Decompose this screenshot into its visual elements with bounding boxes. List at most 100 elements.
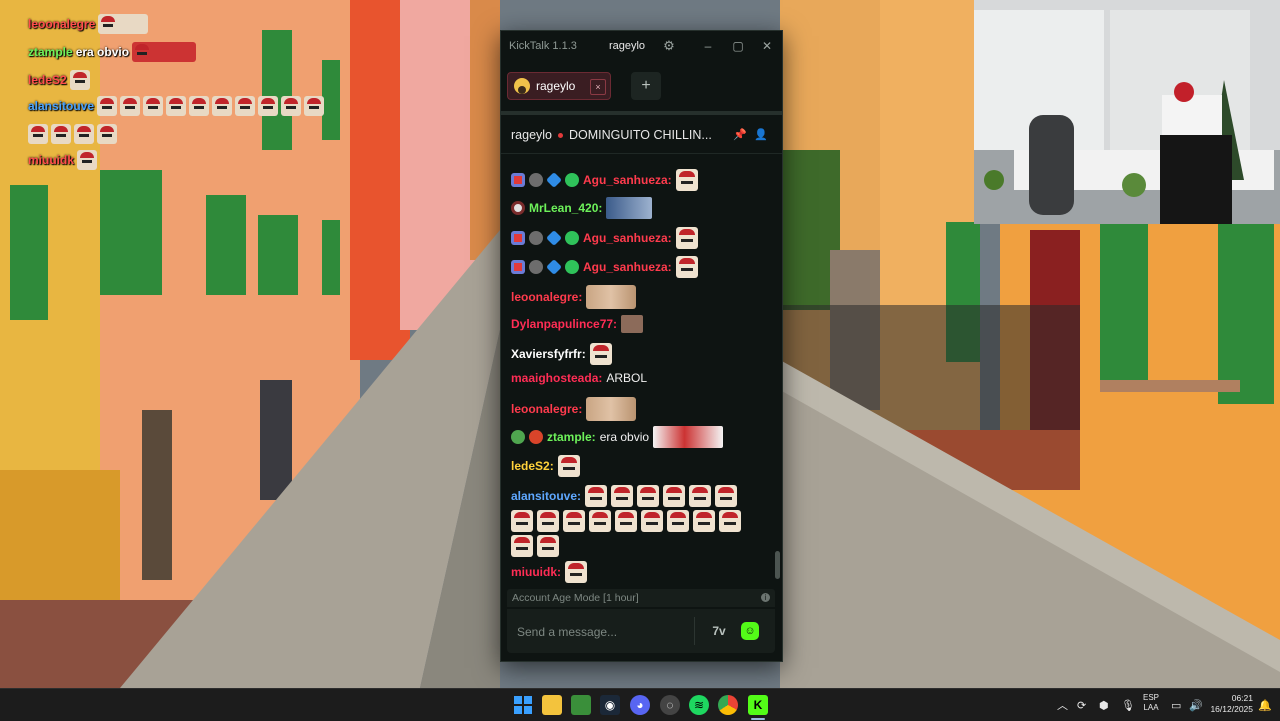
file-explorer-icon[interactable] [542, 695, 562, 715]
language-code: ESP [1143, 693, 1160, 702]
kick-emote-button[interactable]: ☺ [741, 622, 759, 640]
chat-username[interactable]: MrLean_420: [529, 201, 602, 215]
minimize-button[interactable]: – [697, 36, 719, 56]
close-tab-button[interactable]: × [590, 79, 606, 95]
message-input[interactable] [515, 621, 689, 643]
pin-icon[interactable]: 📌 [733, 128, 747, 142]
emote-icon [675, 169, 698, 191]
emote-icon [537, 535, 559, 557]
verified-badge-icon [565, 173, 579, 187]
tab-label: rageylo [536, 79, 576, 93]
volume-icon[interactable]: 🔊 [1189, 697, 1203, 713]
badge-icon [546, 172, 562, 188]
spotify-icon[interactable]: ≋ [689, 695, 709, 715]
overlay-username: ledeS2 [28, 73, 67, 87]
windows-start-icon[interactable] [513, 695, 533, 715]
discord-icon[interactable]: ◕ [630, 695, 650, 715]
chat-username[interactable]: ztample: [547, 430, 596, 444]
account-button[interactable]: rageylo [599, 36, 655, 56]
emote-icon [589, 343, 612, 365]
emote-icon [719, 510, 741, 532]
chat-message: leoonalegre: [511, 397, 637, 421]
channel-name[interactable]: rageylo [511, 128, 552, 142]
7tv-emote-button[interactable]: 7v [709, 621, 729, 641]
emote-icon [621, 315, 644, 333]
overlay-chat-line: leoonalegre [28, 10, 328, 38]
overlay-username: alansitouve [28, 99, 95, 114]
chat-username[interactable]: Dylanpapulince77: [511, 317, 617, 331]
chat-message: ledeS2: [511, 455, 580, 477]
emote-icon [97, 96, 118, 117]
chat-message: miuuidk: [511, 561, 587, 583]
gift-badge-icon [511, 231, 525, 245]
app-icon[interactable]: ◌ [660, 695, 680, 715]
chat-message: Agu_sanhueza: [511, 169, 698, 191]
message-input-area: 7v ☺ [507, 609, 775, 653]
emote-icon [51, 123, 71, 144]
emote-row [511, 535, 559, 557]
chrome-icon[interactable] [718, 695, 738, 715]
gear-icon[interactable]: ⚙ [659, 36, 679, 56]
channel-header: rageylo DOMINGUITO CHILLIN... 📌 👤 [501, 117, 782, 154]
emote-icon [585, 485, 608, 507]
chat-username[interactable]: maaighosteada: [511, 371, 602, 385]
chat-scrollbar[interactable] [775, 551, 780, 579]
app-icon[interactable] [571, 695, 591, 715]
add-tab-button[interactable]: + [631, 72, 661, 100]
og-badge-icon [511, 430, 525, 444]
emote-icon [189, 96, 210, 117]
clock[interactable]: 06:21 16/12/2025 [1207, 693, 1253, 717]
gift-badge-icon [511, 260, 525, 274]
emote-icon [258, 96, 279, 117]
tray-app-icon[interactable]: ⟳ [1077, 697, 1086, 713]
microphone-icon[interactable]: 🎙 [1121, 697, 1135, 713]
users-icon[interactable]: 👤 [754, 128, 768, 142]
emote-icon [28, 123, 48, 144]
kicktalk-taskbar-icon[interactable]: K [748, 695, 768, 715]
title-bar[interactable]: KickTalk 1.1.3 rageylo ⚙ – ▢ ✕ [501, 31, 782, 61]
divider [694, 617, 695, 645]
tray-app-icon[interactable]: ⬢ [1099, 697, 1109, 713]
maximize-button[interactable]: ▢ [727, 36, 749, 56]
chat-username[interactable]: leoonalegre: [511, 402, 582, 416]
emote-icon [132, 42, 197, 62]
chat-username[interactable]: alansitouve: [511, 489, 581, 503]
emote-icon [675, 256, 698, 278]
chat-message-text: era obvio [599, 430, 650, 444]
emote-icon [235, 96, 256, 117]
language-indicator[interactable]: ESP LAA [1143, 693, 1159, 717]
emote-icon [693, 510, 715, 532]
network-icon[interactable]: ▭ [1171, 697, 1181, 713]
chat-username[interactable]: Agu_sanhueza: [583, 173, 672, 187]
channel-avatar [514, 78, 530, 94]
emote-icon [304, 96, 325, 117]
chevron-up-icon[interactable]: ︿ [1057, 697, 1068, 713]
chat-mode-text: Account Age Mode [1 hour] [512, 592, 639, 604]
overlay-chat-line: alansitouve [28, 94, 328, 146]
badge-icon [529, 173, 543, 187]
chat-username[interactable]: Agu_sanhueza: [583, 260, 672, 274]
chat-message-list[interactable]: Agu_sanhueza: MrLean_420: Agu_sanhueza: … [501, 155, 773, 585]
emote-icon [120, 96, 141, 117]
emote-icon [537, 510, 559, 532]
info-icon[interactable]: i [761, 593, 770, 602]
emote-icon [615, 510, 637, 532]
keyboard-layout: LAA [1143, 703, 1159, 712]
emote-icon [74, 123, 94, 144]
emote-icon [97, 123, 117, 144]
chat-username[interactable]: Agu_sanhueza: [583, 231, 672, 245]
kicktalk-window: KickTalk 1.1.3 rageylo ⚙ – ▢ ✕ rageylo ×… [500, 30, 783, 662]
chat-message: MrLean_420: [511, 197, 653, 219]
chat-username[interactable]: leoonalegre: [511, 290, 582, 304]
steam-icon[interactable]: ◉ [600, 695, 620, 715]
notification-bell-icon[interactable]: 🔔 [1258, 697, 1272, 713]
tab-rageylo[interactable]: rageylo × [507, 72, 611, 100]
chat-username[interactable]: Xaviersfyfrfr: [511, 347, 586, 361]
chat-message: Xaviersfyfrfr: [511, 343, 612, 365]
chat-username[interactable]: miuuidk: [511, 565, 561, 579]
emote-icon [511, 535, 533, 557]
clock-time: 06:21 [1231, 693, 1253, 703]
chat-username[interactable]: ledeS2: [511, 459, 554, 473]
verified-badge-icon [565, 260, 579, 274]
close-window-button[interactable]: ✕ [756, 36, 778, 56]
